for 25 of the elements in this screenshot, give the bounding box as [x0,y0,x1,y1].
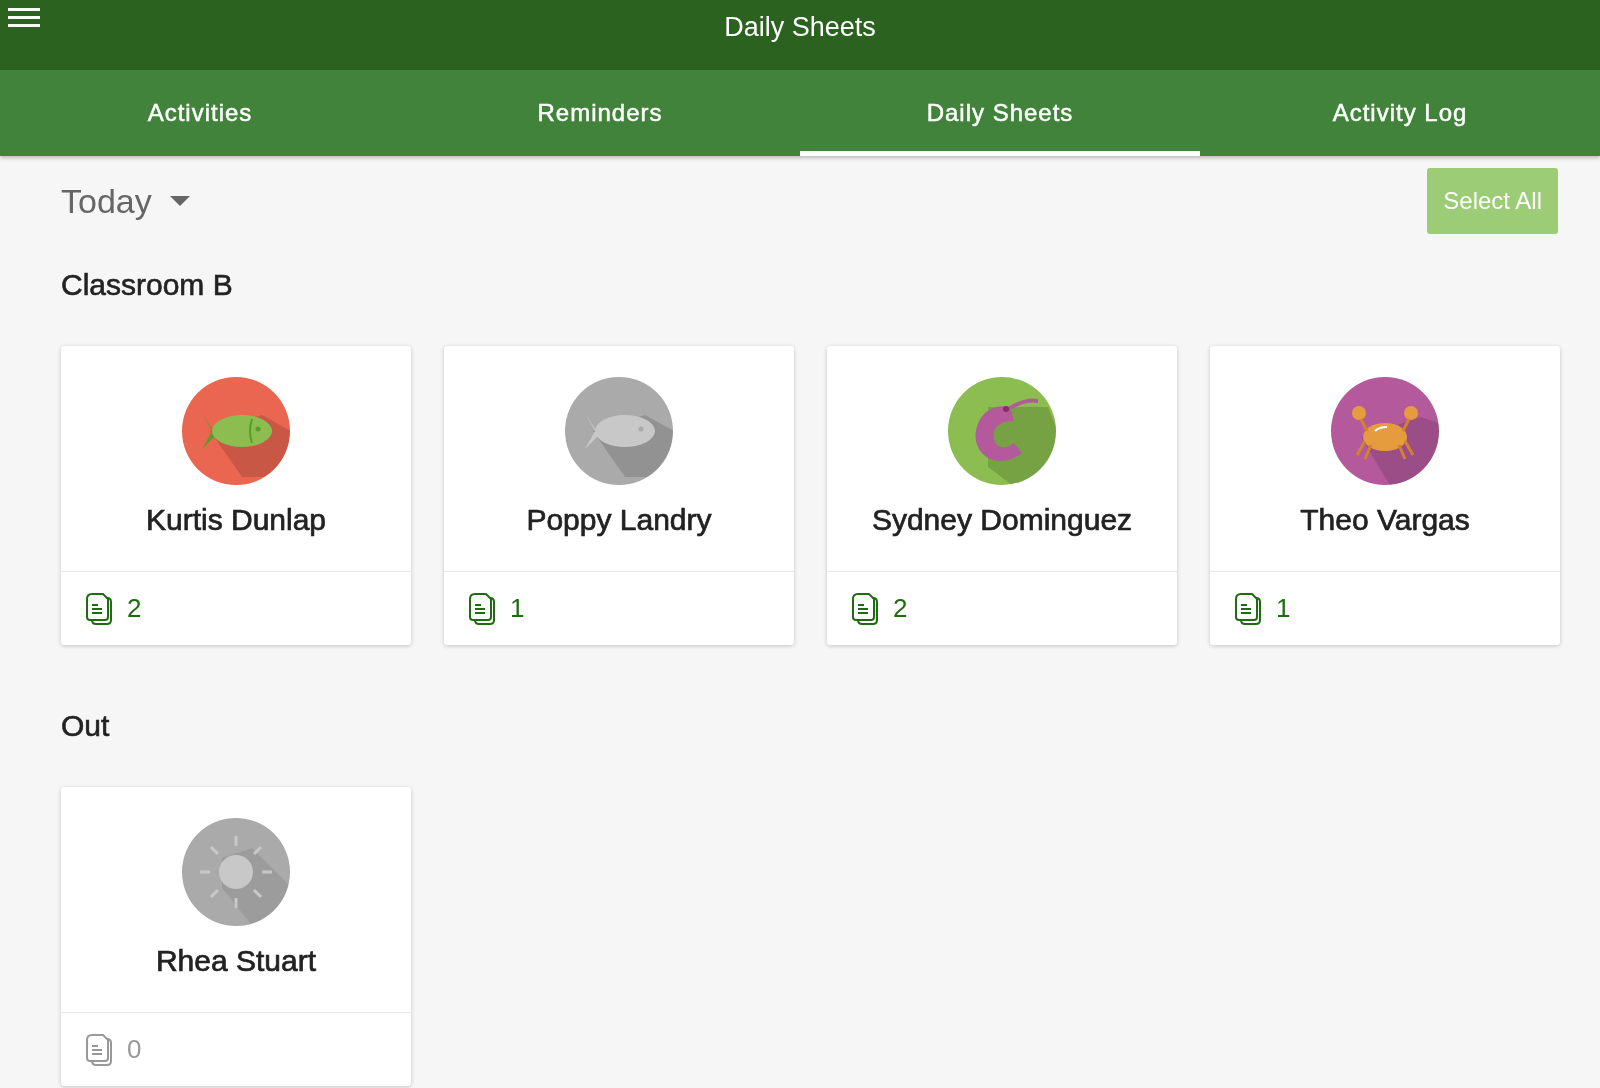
tab[interactable]: Activity Log [1200,70,1600,156]
student-card[interactable]: Rhea Stuart 0 [61,787,411,1086]
student-name: Rhea Stuart [155,944,317,978]
date-dropdown[interactable]: Today [61,181,190,221]
student-card[interactable]: Theo Vargas 1 [1210,346,1560,645]
sheet-count: 2 [893,593,908,624]
caret-icon [169,196,190,206]
app-title: Daily Sheets [724,12,876,43]
sheet-count: 0 [127,1034,142,1065]
sheet-count: 1 [510,593,525,624]
section-heading: Classroom B [61,267,234,303]
student-name: Kurtis Dunlap [145,503,327,537]
sheet-count: 2 [127,593,142,624]
section-heading: Out [61,708,111,744]
student-name: Theo Vargas [1300,503,1470,537]
student-card[interactable]: Kurtis Dunlap 2 [61,346,411,645]
tab[interactable]: Activities [0,70,400,156]
tab[interactable]: Reminders [400,70,800,156]
sheet-count: 1 [1276,593,1291,624]
student-card[interactable]: Poppy Landry 1 [444,346,794,645]
student-card[interactable]: Sydney Dominguez 2 [827,346,1177,645]
menu-icon[interactable] [8,6,40,30]
student-name: Sydney Dominguez [871,503,1133,537]
student-name: Poppy Landry [526,503,712,537]
tab[interactable]: Daily Sheets [800,70,1200,156]
